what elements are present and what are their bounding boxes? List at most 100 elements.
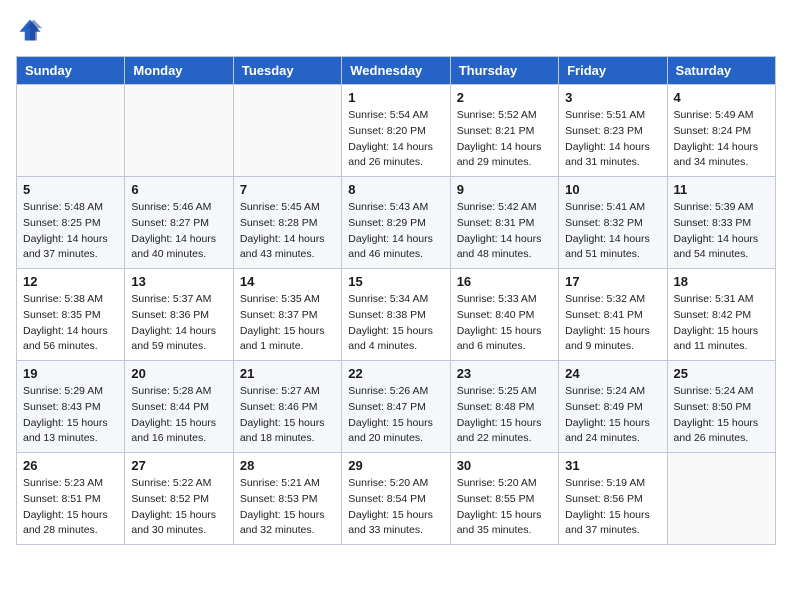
calendar-week-row: 19 Sunrise: 5:29 AMSunset: 8:43 PMDayligh…	[17, 361, 776, 453]
calendar-day-cell	[17, 85, 125, 177]
day-detail: Sunrise: 5:39 AMSunset: 8:33 PMDaylight:…	[674, 200, 769, 263]
calendar-day-cell: 18Sunrise: 5:31 AMSunset: 8:42 PMDayligh…	[667, 269, 775, 361]
day-detail: Sunrise: 5:29 AMSunset: 8:43 PMDaylight:…	[23, 384, 118, 447]
day-detail: Sunrise: 5:22 AMSunset: 8:52 PMDaylight:…	[131, 476, 226, 539]
calendar-day-cell: 13 Sunrise: 5:37 AMSunset: 8:36 PMDayligh…	[125, 269, 233, 361]
calendar-day-cell: 12 Sunrise: 5:38 AMSunset: 8:35 PMDayligh…	[17, 269, 125, 361]
page-header	[16, 16, 776, 44]
day-number: 9	[457, 182, 552, 197]
day-detail: Sunrise: 5:52 AMSunset: 8:21 PMDaylight:…	[457, 108, 552, 171]
day-detail: Sunrise: 5:25 AMSunset: 8:48 PMDaylight:…	[457, 384, 552, 447]
day-number: 24	[565, 366, 660, 381]
day-number: 19	[23, 366, 118, 381]
calendar-week-row: 1 Sunrise: 5:54 AMSunset: 8:20 PMDaylight…	[17, 85, 776, 177]
day-number: 3	[565, 90, 660, 105]
calendar-day-cell: 5 Sunrise: 5:48 AMSunset: 8:25 PMDaylight…	[17, 177, 125, 269]
day-number: 20	[131, 366, 226, 381]
calendar-day-cell: 27 Sunrise: 5:22 AMSunset: 8:52 PMDayligh…	[125, 453, 233, 545]
day-number: 27	[131, 458, 226, 473]
calendar-day-cell: 29 Sunrise: 5:20 AMSunset: 8:54 PMDayligh…	[342, 453, 450, 545]
calendar-day-cell: 17Sunrise: 5:32 AMSunset: 8:41 PMDayligh…	[559, 269, 667, 361]
day-detail: Sunrise: 5:20 AMSunset: 8:54 PMDaylight:…	[348, 476, 443, 539]
calendar-day-cell: 21Sunrise: 5:27 AMSunset: 8:46 PMDayligh…	[233, 361, 341, 453]
calendar-day-cell: 9 Sunrise: 5:42 AMSunset: 8:31 PMDaylight…	[450, 177, 558, 269]
calendar-day-cell: 4Sunrise: 5:49 AMSunset: 8:24 PMDaylight…	[667, 85, 775, 177]
logo-icon	[16, 16, 44, 44]
calendar-day-cell: 22Sunrise: 5:26 AMSunset: 8:47 PMDayligh…	[342, 361, 450, 453]
day-number: 6	[131, 182, 226, 197]
day-detail: Sunrise: 5:28 AMSunset: 8:44 PMDaylight:…	[131, 384, 226, 447]
day-number: 23	[457, 366, 552, 381]
day-detail: Sunrise: 5:41 AMSunset: 8:32 PMDaylight:…	[565, 200, 660, 263]
day-number: 15	[348, 274, 443, 289]
day-detail: Sunrise: 5:48 AMSunset: 8:25 PMDaylight:…	[23, 200, 118, 263]
day-detail: Sunrise: 5:23 AMSunset: 8:51 PMDaylight:…	[23, 476, 118, 539]
calendar-day-cell: 15 Sunrise: 5:34 AMSunset: 8:38 PMDayligh…	[342, 269, 450, 361]
day-number: 7	[240, 182, 335, 197]
day-number: 22	[348, 366, 443, 381]
calendar-day-cell: 23 Sunrise: 5:25 AMSunset: 8:48 PMDayligh…	[450, 361, 558, 453]
day-detail: Sunrise: 5:54 AMSunset: 8:20 PMDaylight:…	[348, 108, 443, 171]
day-detail: Sunrise: 5:45 AMSunset: 8:28 PMDaylight:…	[240, 200, 335, 263]
day-detail: Sunrise: 5:24 AMSunset: 8:50 PMDaylight:…	[674, 384, 769, 447]
calendar-day-cell: 10 Sunrise: 5:41 AMSunset: 8:32 PMDayligh…	[559, 177, 667, 269]
day-detail: Sunrise: 5:33 AMSunset: 8:40 PMDaylight:…	[457, 292, 552, 355]
weekday-header-cell: Saturday	[667, 57, 775, 85]
day-detail: Sunrise: 5:38 AMSunset: 8:35 PMDaylight:…	[23, 292, 118, 355]
weekday-header-cell: Monday	[125, 57, 233, 85]
day-number: 26	[23, 458, 118, 473]
day-number: 13	[131, 274, 226, 289]
day-detail: Sunrise: 5:46 AMSunset: 8:27 PMDaylight:…	[131, 200, 226, 263]
calendar-day-cell: 14Sunrise: 5:35 AMSunset: 8:37 PMDayligh…	[233, 269, 341, 361]
day-detail: Sunrise: 5:19 AMSunset: 8:56 PMDaylight:…	[565, 476, 660, 539]
calendar-day-cell: 11 Sunrise: 5:39 AMSunset: 8:33 PMDayligh…	[667, 177, 775, 269]
logo	[16, 16, 48, 44]
day-number: 12	[23, 274, 118, 289]
day-number: 29	[348, 458, 443, 473]
weekday-header-cell: Wednesday	[342, 57, 450, 85]
day-detail: Sunrise: 5:35 AMSunset: 8:37 PMDaylight:…	[240, 292, 335, 355]
day-number: 25	[674, 366, 769, 381]
calendar-day-cell: 24Sunrise: 5:24 AMSunset: 8:49 PMDayligh…	[559, 361, 667, 453]
calendar-day-cell: 8Sunrise: 5:43 AMSunset: 8:29 PMDaylight…	[342, 177, 450, 269]
calendar-day-cell	[233, 85, 341, 177]
day-number: 18	[674, 274, 769, 289]
day-detail: Sunrise: 5:21 AMSunset: 8:53 PMDaylight:…	[240, 476, 335, 539]
calendar-week-row: 5 Sunrise: 5:48 AMSunset: 8:25 PMDaylight…	[17, 177, 776, 269]
day-number: 8	[348, 182, 443, 197]
calendar-day-cell: 30 Sunrise: 5:20 AMSunset: 8:55 PMDayligh…	[450, 453, 558, 545]
weekday-header-cell: Tuesday	[233, 57, 341, 85]
calendar-day-cell: 1 Sunrise: 5:54 AMSunset: 8:20 PMDaylight…	[342, 85, 450, 177]
weekday-header-row: SundayMondayTuesdayWednesdayThursdayFrid…	[17, 57, 776, 85]
calendar-day-cell: 7 Sunrise: 5:45 AMSunset: 8:28 PMDaylight…	[233, 177, 341, 269]
calendar-day-cell	[125, 85, 233, 177]
calendar-day-cell: 26 Sunrise: 5:23 AMSunset: 8:51 PMDayligh…	[17, 453, 125, 545]
calendar-table: SundayMondayTuesdayWednesdayThursdayFrid…	[16, 56, 776, 545]
calendar-day-cell: 20 Sunrise: 5:28 AMSunset: 8:44 PMDayligh…	[125, 361, 233, 453]
calendar-day-cell	[667, 453, 775, 545]
calendar-week-row: 26 Sunrise: 5:23 AMSunset: 8:51 PMDayligh…	[17, 453, 776, 545]
calendar-day-cell: 19 Sunrise: 5:29 AMSunset: 8:43 PMDayligh…	[17, 361, 125, 453]
day-number: 30	[457, 458, 552, 473]
day-detail: Sunrise: 5:51 AMSunset: 8:23 PMDaylight:…	[565, 108, 660, 171]
day-number: 28	[240, 458, 335, 473]
day-detail: Sunrise: 5:20 AMSunset: 8:55 PMDaylight:…	[457, 476, 552, 539]
day-number: 21	[240, 366, 335, 381]
day-detail: Sunrise: 5:37 AMSunset: 8:36 PMDaylight:…	[131, 292, 226, 355]
weekday-header-cell: Friday	[559, 57, 667, 85]
day-number: 11	[674, 182, 769, 197]
day-number: 5	[23, 182, 118, 197]
day-detail: Sunrise: 5:49 AMSunset: 8:24 PMDaylight:…	[674, 108, 769, 171]
calendar-day-cell: 16 Sunrise: 5:33 AMSunset: 8:40 PMDayligh…	[450, 269, 558, 361]
calendar-day-cell: 31 Sunrise: 5:19 AMSunset: 8:56 PMDayligh…	[559, 453, 667, 545]
day-detail: Sunrise: 5:34 AMSunset: 8:38 PMDaylight:…	[348, 292, 443, 355]
calendar-day-cell: 3 Sunrise: 5:51 AMSunset: 8:23 PMDaylight…	[559, 85, 667, 177]
day-detail: Sunrise: 5:42 AMSunset: 8:31 PMDaylight:…	[457, 200, 552, 263]
day-number: 31	[565, 458, 660, 473]
day-number: 1	[348, 90, 443, 105]
day-number: 10	[565, 182, 660, 197]
day-number: 16	[457, 274, 552, 289]
weekday-header-cell: Sunday	[17, 57, 125, 85]
weekday-header-cell: Thursday	[450, 57, 558, 85]
calendar-day-cell: 25 Sunrise: 5:24 AMSunset: 8:50 PMDayligh…	[667, 361, 775, 453]
